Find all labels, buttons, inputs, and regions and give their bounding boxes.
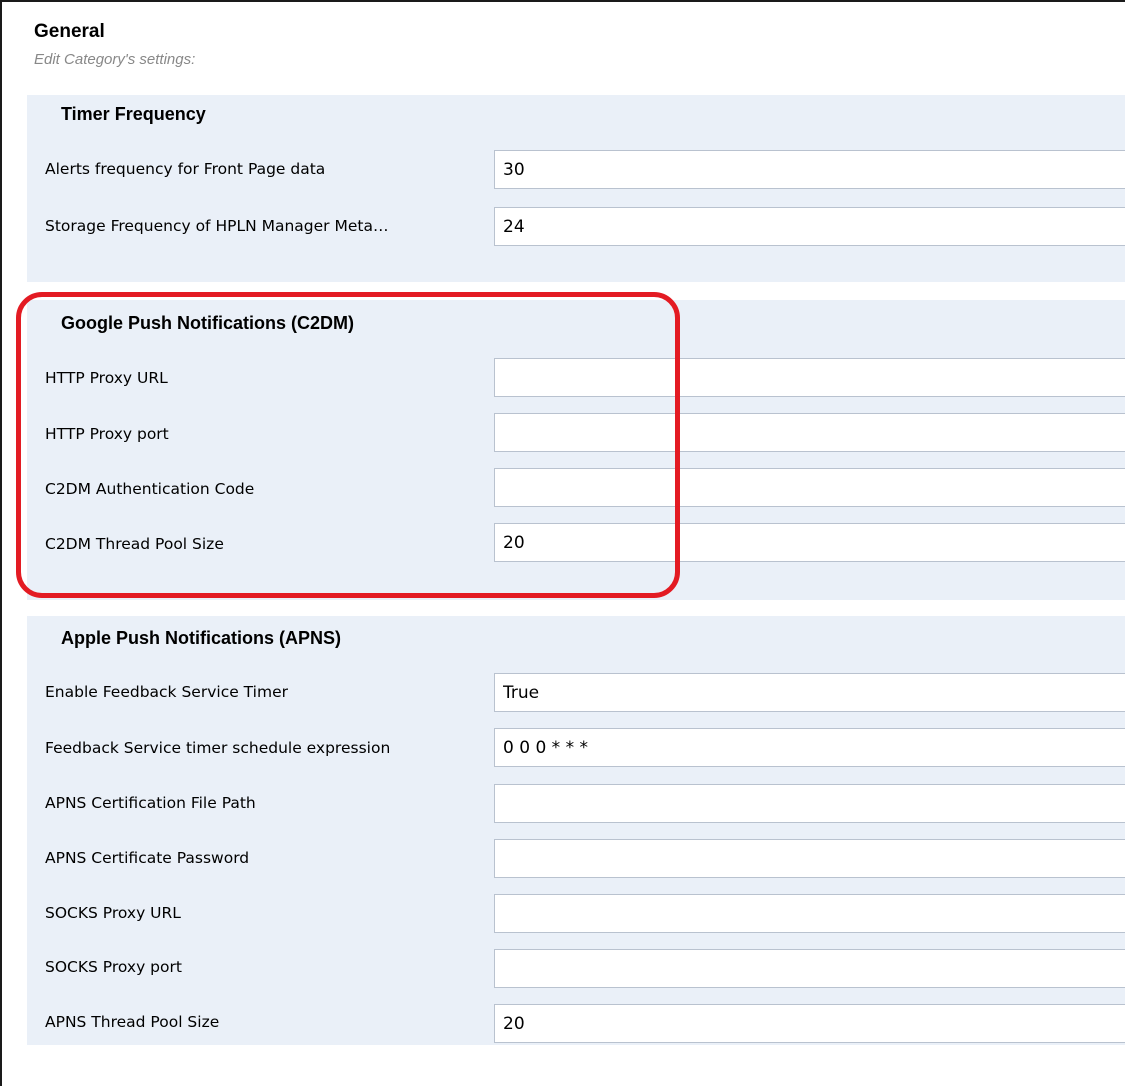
apns-thread-pool-input[interactable] <box>494 1004 1125 1043</box>
socks-proxy-url-input[interactable] <box>494 894 1125 933</box>
socks-proxy-port-input[interactable] <box>494 949 1125 988</box>
field-label-alerts-frequency: Alerts frequency for Front Page data <box>45 160 326 178</box>
alerts-frequency-input[interactable] <box>494 150 1125 189</box>
c2dm-thread-pool-input[interactable] <box>494 523 1125 562</box>
feedback-schedule-input[interactable] <box>494 728 1125 767</box>
field-label-enable-feedback-timer: Enable Feedback Service Timer <box>45 683 288 701</box>
field-label-http-proxy-port: HTTP Proxy port <box>45 425 169 443</box>
http-proxy-port-input[interactable] <box>494 413 1125 452</box>
field-label-socks-proxy-url: SOCKS Proxy URL <box>45 904 181 922</box>
field-label-apns-cert-path: APNS Certification File Path <box>45 794 256 812</box>
field-label-storage-frequency: Storage Frequency of HPLN Manager Meta… <box>45 217 389 235</box>
field-label-apns-thread-pool: APNS Thread Pool Size <box>45 1013 220 1031</box>
section-title: Apple Push Notifications (APNS) <box>61 628 342 648</box>
field-label-apns-cert-password: APNS Certificate Password <box>45 849 250 867</box>
c2dm-auth-code-input[interactable] <box>494 468 1125 507</box>
apns-cert-path-input[interactable] <box>494 784 1125 823</box>
section-title: Google Push Notifications (C2DM) <box>61 313 355 333</box>
page-subtitle: Edit Category's settings: <box>34 51 196 68</box>
section-google-push: Google Push Notifications (C2DM) HTTP Pr… <box>27 300 1125 600</box>
apns-cert-password-input[interactable] <box>494 839 1125 878</box>
field-label-feedback-schedule: Feedback Service timer schedule expressi… <box>45 739 391 757</box>
http-proxy-url-input[interactable] <box>494 358 1125 397</box>
enable-feedback-timer-input[interactable] <box>494 673 1125 712</box>
field-label-socks-proxy-port: SOCKS Proxy port <box>45 958 182 976</box>
page-title: General <box>34 21 105 42</box>
section-title: Timer Frequency <box>61 104 206 124</box>
storage-frequency-input[interactable] <box>494 207 1125 246</box>
section-apple-push: Apple Push Notifications (APNS) Enable F… <box>27 616 1125 1045</box>
settings-panel: General Edit Category's settings: Timer … <box>0 0 1125 1086</box>
field-label-c2dm-auth-code: C2DM Authentication Code <box>45 480 255 498</box>
field-label-c2dm-thread-pool: C2DM Thread Pool Size <box>45 535 224 553</box>
field-label-http-proxy-url: HTTP Proxy URL <box>45 369 168 387</box>
section-timer-frequency: Timer Frequency Alerts frequency for Fro… <box>27 95 1125 282</box>
